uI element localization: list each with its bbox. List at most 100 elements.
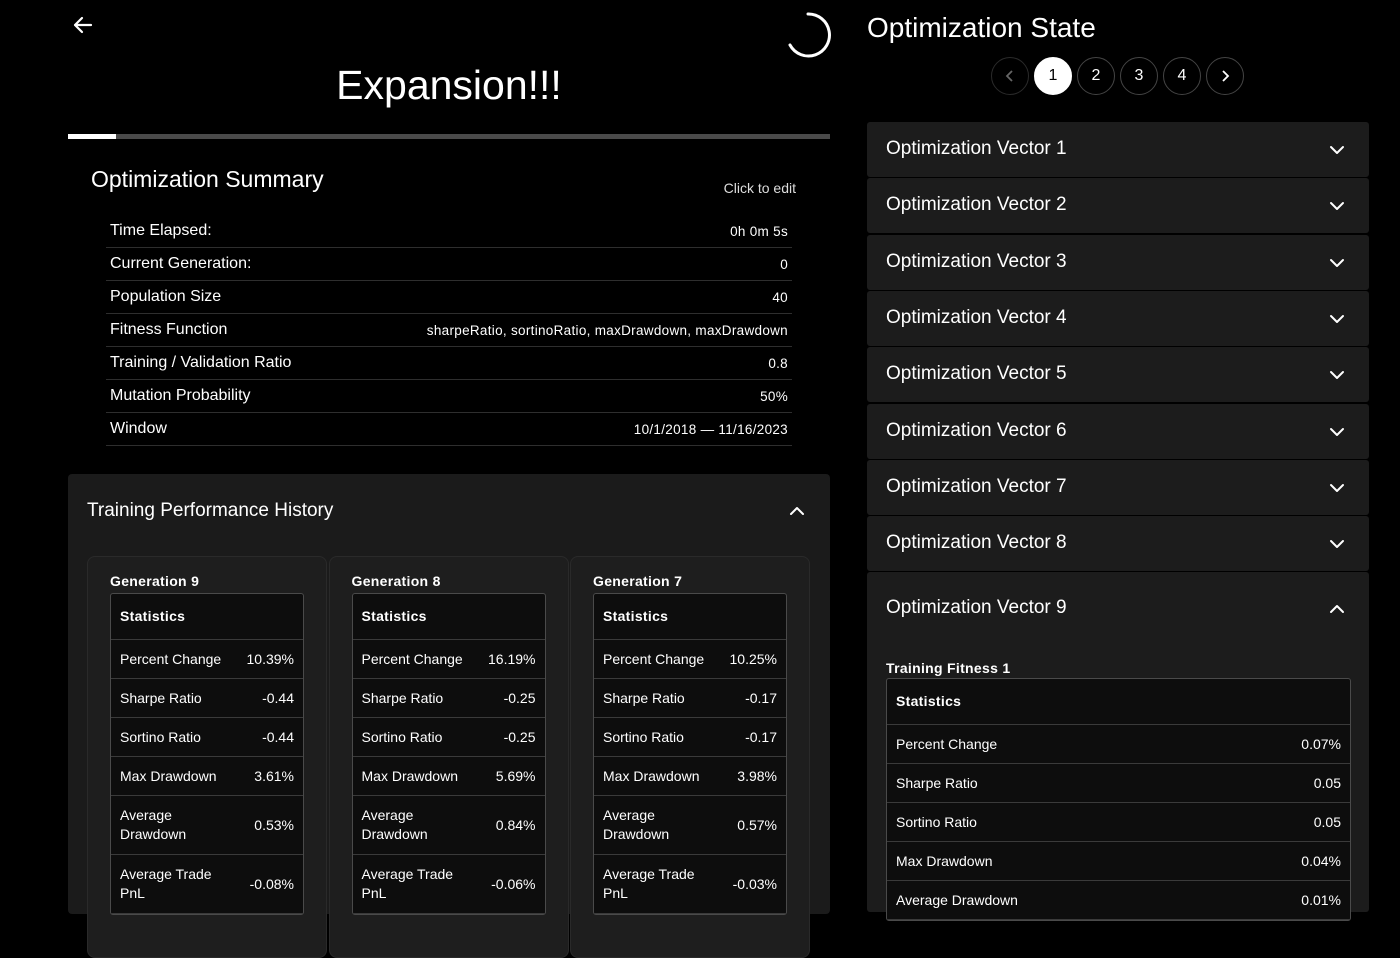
history-collapse-button[interactable] bbox=[787, 501, 807, 521]
fitness-title: Training Fitness 1 bbox=[886, 660, 1011, 676]
summary-value: 40 bbox=[338, 280, 792, 314]
summary-label: Window bbox=[106, 412, 339, 446]
stat-label: Percent Change bbox=[896, 736, 998, 752]
vector-9-collapse-button[interactable] bbox=[1327, 599, 1347, 619]
stat-label: Average Trade PnL bbox=[361, 866, 454, 901]
stat-label: Sharpe Ratio bbox=[603, 689, 685, 706]
stat-value: 0.05 bbox=[1313, 775, 1341, 791]
stat-label: Percent Change bbox=[120, 650, 222, 667]
prev-page-button[interactable] bbox=[991, 57, 1029, 95]
next-page-button[interactable] bbox=[1206, 57, 1244, 95]
stat-value: 0.57% bbox=[737, 817, 777, 833]
vector-item-6[interactable]: Optimization Vector 6 bbox=[867, 403, 1369, 459]
stat-label: Average Drawdown bbox=[361, 807, 428, 842]
stat-value: -0.44 bbox=[262, 729, 294, 745]
vector-item-1[interactable]: Optimization Vector 1 bbox=[867, 122, 1369, 177]
stats-header: Statistics bbox=[111, 594, 303, 640]
loading-spinner-icon bbox=[784, 11, 832, 59]
summary-table: Time Elapsed: 0h 0m 5s Current Generation:… bbox=[106, 215, 792, 446]
chevron-down-icon bbox=[1327, 422, 1347, 442]
stat-value: 0.84% bbox=[495, 817, 536, 833]
stats-header: Statistics bbox=[594, 594, 786, 640]
stat-row: Percent Change 10.25% bbox=[594, 640, 786, 679]
summary-label: Current Generation: bbox=[106, 247, 339, 281]
stat-value: -0.25 bbox=[503, 690, 536, 706]
chevron-down-icon bbox=[1327, 196, 1347, 216]
stat-row: Percent Change 16.19% bbox=[352, 640, 545, 679]
stat-label: Sortino Ratio bbox=[896, 814, 977, 830]
vector-item-3[interactable]: Optimization Vector 3 bbox=[867, 234, 1369, 290]
stat-row: Percent Change 10.39% bbox=[111, 640, 303, 679]
summary-value: 0.8 bbox=[338, 346, 792, 380]
stat-row: Percent Change 0.07% bbox=[887, 725, 1350, 764]
vector-9-expanded: Optimization Vector 9 Training Fitness 1… bbox=[867, 572, 1369, 921]
summary-row: Mutation Probability 50% bbox=[106, 379, 792, 413]
summary-label: Training / Validation Ratio bbox=[106, 346, 339, 380]
stat-label: Average Drawdown bbox=[120, 807, 187, 842]
summary-row: Time Elapsed: 0h 0m 5s bbox=[106, 215, 792, 248]
stat-row: Max Drawdown 0.04% bbox=[887, 842, 1350, 881]
chevron-down-icon bbox=[1327, 253, 1347, 273]
summary-row: Current Generation: 0 bbox=[106, 247, 792, 281]
summary-label: Population Size bbox=[106, 280, 339, 314]
vector-item-2[interactable]: Optimization Vector 2 bbox=[867, 178, 1369, 234]
stat-value: 10.25% bbox=[729, 651, 777, 667]
vector-label: Optimization Vector 2 bbox=[886, 194, 1067, 216]
stat-value: -0.06% bbox=[491, 876, 536, 892]
stat-label: Average Trade PnL bbox=[603, 866, 695, 901]
stat-row: Sortino Ratio 0.05 bbox=[887, 803, 1350, 842]
generation-title: Generation 8 bbox=[351, 573, 441, 589]
chevron-left-icon bbox=[1005, 70, 1013, 82]
stat-row: Sharpe Ratio 0.05 bbox=[887, 764, 1350, 803]
vector-item-7[interactable]: Optimization Vector 7 bbox=[867, 459, 1369, 515]
stat-label: Sharpe Ratio bbox=[361, 689, 444, 706]
progress-bar-fill bbox=[68, 134, 116, 139]
generation-card: Generation 8 Statistics Percent Change 16.1… bbox=[328, 556, 569, 958]
chevron-up-icon bbox=[1330, 605, 1344, 613]
generation-stats-table: Statistics Percent Change 16.19% Sharpe Rat… bbox=[351, 593, 546, 915]
edit-link[interactable]: Click to edit bbox=[690, 180, 796, 196]
vector-item-8[interactable]: Optimization Vector 8 bbox=[867, 516, 1369, 572]
summary-row: Population Size 40 bbox=[106, 280, 792, 314]
summary-value: 0h 0m 5s bbox=[338, 215, 792, 248]
optimization-state-title: Optimization State bbox=[867, 12, 1096, 43]
vector-label: Optimization Vector 9 bbox=[886, 597, 1067, 618]
stat-value: 5.69% bbox=[495, 768, 536, 784]
stat-row: Average Trade PnL -0.03% bbox=[594, 855, 786, 914]
stat-row: Sortino Ratio -0.17 bbox=[594, 718, 786, 757]
stat-value: 0.07% bbox=[1301, 736, 1341, 752]
stat-value: -0.03% bbox=[732, 876, 777, 892]
page-button-4[interactable]: 4 bbox=[1163, 57, 1201, 95]
stat-label: Sortino Ratio bbox=[120, 728, 201, 745]
fitness-stats-table: Statistics Percent Change 0.07% Sharpe Rat… bbox=[886, 678, 1351, 921]
vector-label: Optimization Vector 3 bbox=[886, 250, 1067, 272]
stat-label: Max Drawdown bbox=[361, 767, 458, 784]
stat-value: 3.98% bbox=[737, 768, 777, 784]
summary-value: 50% bbox=[338, 379, 792, 413]
stat-value: -0.08% bbox=[249, 876, 294, 892]
stat-row: Sharpe Ratio -0.25 bbox=[352, 679, 545, 718]
vector-item-4[interactable]: Optimization Vector 4 bbox=[867, 290, 1369, 346]
stat-row: Max Drawdown 3.61% bbox=[111, 757, 303, 796]
vector-label: Optimization Vector 6 bbox=[886, 419, 1067, 441]
vector-item-5[interactable]: Optimization Vector 5 bbox=[867, 347, 1369, 403]
stat-label: Sharpe Ratio bbox=[120, 689, 202, 706]
summary-value: sharpeRatio, sortinoRatio, maxDrawdown, … bbox=[338, 313, 792, 347]
stat-value: -0.44 bbox=[262, 690, 294, 706]
stat-label: Percent Change bbox=[603, 650, 705, 667]
back-button[interactable] bbox=[68, 10, 98, 40]
stat-value: -0.17 bbox=[745, 690, 777, 706]
summary-label: Time Elapsed: bbox=[106, 215, 339, 248]
page-title: Expansion!!! bbox=[336, 62, 562, 108]
stat-value: 0.01% bbox=[1301, 892, 1341, 908]
stat-row: Sharpe Ratio -0.17 bbox=[594, 679, 786, 718]
stat-label: Sortino Ratio bbox=[603, 728, 684, 745]
page-button-3[interactable]: 3 bbox=[1120, 57, 1158, 95]
arrow-left-icon bbox=[73, 16, 93, 34]
stats-header: Statistics bbox=[887, 679, 1350, 725]
stat-value: 10.39% bbox=[246, 651, 294, 667]
stat-row: Sharpe Ratio -0.44 bbox=[111, 679, 303, 718]
page-button-2[interactable]: 2 bbox=[1077, 57, 1115, 95]
page-button-1[interactable]: 1 bbox=[1034, 57, 1072, 95]
stat-label: Sharpe Ratio bbox=[896, 775, 978, 791]
